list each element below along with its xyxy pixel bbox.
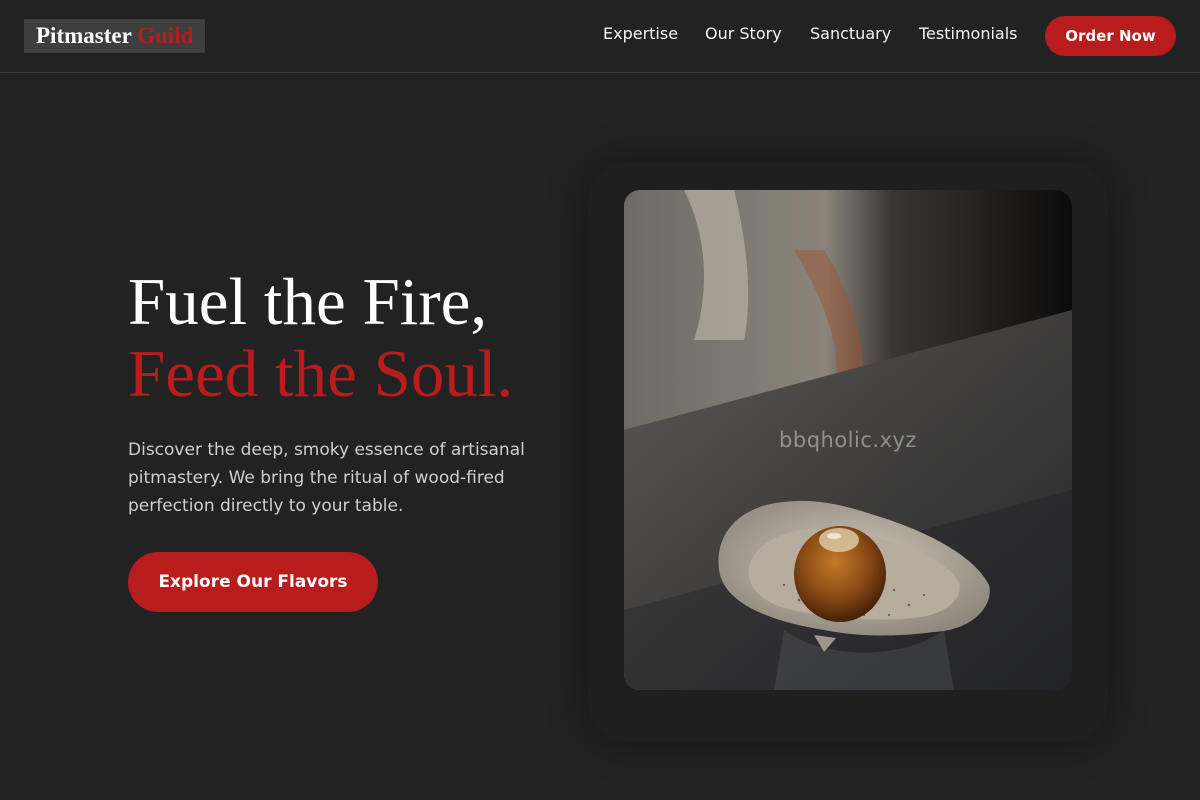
hero-title-line1: Fuel the Fire, xyxy=(128,265,488,339)
nav-link-our-story[interactable]: Our Story xyxy=(705,24,782,44)
site-header: Pitmaster Guild Expertise Our Story Sanc… xyxy=(0,0,1200,73)
logo-main-text: Pitmaster xyxy=(36,23,132,48)
nav-link-expertise[interactable]: Expertise xyxy=(603,24,678,44)
site-logo[interactable]: Pitmaster Guild xyxy=(24,19,206,53)
explore-flavors-button[interactable]: Explore Our Flavors xyxy=(128,552,378,612)
logo-accent-text: Guild xyxy=(137,23,194,48)
nav-link-sanctuary[interactable]: Sanctuary xyxy=(810,24,891,44)
nav-link-testimonials[interactable]: Testimonials xyxy=(919,24,1018,44)
hero-description: Discover the deep, smoky essence of arti… xyxy=(128,440,525,516)
image-watermark: bbqholic.xyz xyxy=(779,428,917,452)
hero-title: Fuel the Fire, Feed the Soul. xyxy=(128,266,598,410)
hero-title-line2: Feed the Soul. xyxy=(128,337,514,411)
order-now-button[interactable]: Order Now xyxy=(1045,16,1176,56)
hero-image: bbqholic.xyz xyxy=(624,190,1072,690)
